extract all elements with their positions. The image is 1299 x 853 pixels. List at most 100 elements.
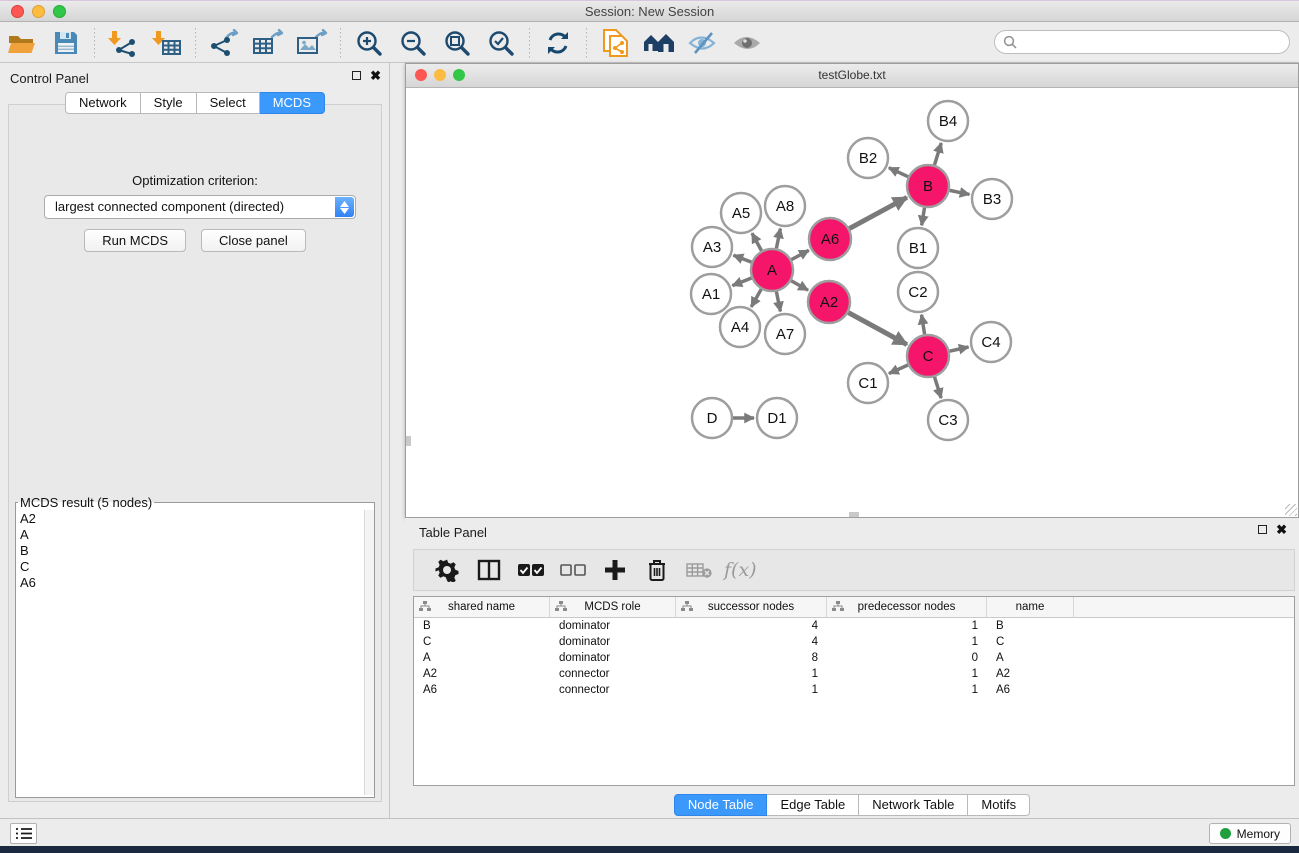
zoom-in-icon[interactable]	[352, 28, 386, 58]
graph-edge-C-C4[interactable]	[949, 347, 968, 351]
tab-mcds[interactable]: MCDS	[260, 92, 325, 114]
table-cell[interactable]: A	[414, 650, 550, 666]
add-column-icon[interactable]	[600, 555, 630, 585]
deselect-all-icon[interactable]	[558, 555, 588, 585]
table-cell[interactable]: dominator	[550, 634, 676, 650]
tab-motifs[interactable]: Motifs	[968, 794, 1030, 816]
graph-edge-A6-B[interactable]	[849, 197, 907, 228]
graph-edge-B-B3[interactable]	[950, 190, 970, 194]
table-row[interactable]: A6connector11A6	[414, 682, 1294, 698]
table-cell[interactable]: 1	[676, 666, 827, 682]
export-network-icon[interactable]	[207, 28, 241, 58]
memory-button[interactable]: Memory	[1209, 823, 1291, 844]
table-cell[interactable]: connector	[550, 666, 676, 682]
graph-edge-A-A6[interactable]	[791, 250, 808, 259]
mcds-result-list[interactable]: A2ABCA6	[16, 510, 364, 795]
graph-edge-C-C3[interactable]	[935, 377, 942, 398]
result-item[interactable]: A6	[20, 575, 364, 591]
graph-edge-A-A5[interactable]	[752, 233, 762, 250]
first-neighbors-icon[interactable]	[642, 28, 676, 58]
result-item[interactable]: B	[20, 543, 364, 559]
horizontal-scroll-nub[interactable]	[849, 512, 859, 517]
show-graphics-details-icon[interactable]	[730, 28, 764, 58]
tab-network-table[interactable]: Network Table	[859, 794, 968, 816]
vertical-scroll-nub[interactable]	[406, 436, 411, 446]
result-item[interactable]: A	[20, 527, 364, 543]
graph-edge-C-C2[interactable]	[922, 315, 925, 335]
graph-edge-A-A7[interactable]	[776, 292, 780, 312]
search-input[interactable]	[994, 30, 1290, 54]
new-network-from-selection-icon[interactable]	[598, 28, 632, 58]
window-resize-grip[interactable]	[1285, 504, 1297, 516]
toggle-column-view-icon[interactable]	[474, 555, 504, 585]
import-table-icon[interactable]	[150, 28, 184, 58]
table-cell[interactable]: C	[987, 634, 1074, 650]
table-cell[interactable]: 1	[676, 682, 827, 698]
float-table-panel-icon[interactable]	[1258, 525, 1267, 534]
table-row[interactable]: Cdominator41C	[414, 634, 1294, 650]
tab-style[interactable]: Style	[141, 92, 197, 114]
network-canvas[interactable]: B4B2BB3A8A5A6B1A3AC2A1A2A4A7C4CC1C3DD1	[406, 88, 1298, 517]
export-table-icon[interactable]	[251, 28, 285, 58]
graph-edge-B-B4[interactable]	[934, 143, 941, 165]
graph-edge-C-C1[interactable]	[889, 365, 908, 374]
graph-edge-A2-C[interactable]	[848, 313, 907, 345]
table-cell[interactable]: 4	[676, 618, 827, 634]
run-mcds-button[interactable]: Run MCDS	[84, 229, 186, 252]
optimization-criterion-select[interactable]: largest connected component (directed)	[44, 195, 356, 219]
table-row[interactable]: Adominator80A	[414, 650, 1294, 666]
table-row[interactable]: A2connector11A2	[414, 666, 1294, 682]
table-cell[interactable]: A6	[987, 682, 1074, 698]
table-cell[interactable]: A2	[987, 666, 1074, 682]
table-cell[interactable]: dominator	[550, 618, 676, 634]
hide-selected-icon[interactable]	[686, 28, 720, 58]
zoom-fit-icon[interactable]	[440, 28, 474, 58]
table-cell[interactable]: connector	[550, 682, 676, 698]
table-cell[interactable]: A2	[414, 666, 550, 682]
zoom-selected-icon[interactable]	[484, 28, 518, 58]
table-cell[interactable]: 1	[827, 634, 987, 650]
column-header-name[interactable]: name	[987, 597, 1074, 617]
graph-edge-A-A2[interactable]	[791, 281, 808, 290]
delete-column-icon[interactable]	[642, 555, 672, 585]
graph-edge-A-A8[interactable]	[776, 229, 780, 249]
close-panel-icon[interactable]: ✖	[370, 71, 381, 80]
column-header-predecessor-nodes[interactable]: predecessor nodes	[827, 597, 987, 617]
table-cell[interactable]: 1	[827, 682, 987, 698]
table-cell[interactable]: 1	[827, 666, 987, 682]
graph-edge-B-B2[interactable]	[889, 168, 908, 177]
table-cell[interactable]: 8	[676, 650, 827, 666]
float-panel-icon[interactable]	[352, 71, 361, 80]
graph-edge-A-A3[interactable]	[733, 255, 751, 262]
network-window-titlebar[interactable]: testGlobe.txt	[406, 64, 1298, 88]
graph-edge-A-A4[interactable]	[751, 289, 761, 307]
close-panel-button[interactable]: Close panel	[201, 229, 306, 252]
settings-gear-icon[interactable]	[432, 555, 462, 585]
graph-edge-A-A1[interactable]	[732, 278, 751, 286]
table-cell[interactable]: A	[987, 650, 1074, 666]
apply-layout-icon[interactable]	[541, 28, 575, 58]
table-cell[interactable]: C	[414, 634, 550, 650]
table-row[interactable]: Bdominator41B	[414, 618, 1294, 634]
column-header-successor-nodes[interactable]: successor nodes	[676, 597, 827, 617]
save-session-icon[interactable]	[49, 28, 83, 58]
select-all-icon[interactable]	[516, 555, 546, 585]
tab-edge-table[interactable]: Edge Table	[767, 794, 859, 816]
delete-table-icon[interactable]	[684, 555, 714, 585]
column-header-MCDS-role[interactable]: MCDS role	[550, 597, 676, 617]
tab-select[interactable]: Select	[197, 92, 260, 114]
table-cell[interactable]: dominator	[550, 650, 676, 666]
table-cell[interactable]: B	[414, 618, 550, 634]
table-cell[interactable]: 1	[827, 618, 987, 634]
close-table-panel-icon[interactable]: ✖	[1276, 525, 1287, 534]
node-table[interactable]: shared nameMCDS rolesuccessor nodesprede…	[413, 596, 1295, 786]
zoom-out-icon[interactable]	[396, 28, 430, 58]
result-list-scrollbar[interactable]	[364, 510, 374, 795]
graph-edge-B-B1[interactable]	[922, 208, 925, 226]
import-network-icon[interactable]	[106, 28, 140, 58]
result-item[interactable]: A2	[20, 511, 364, 527]
column-header-shared-name[interactable]: shared name	[414, 597, 550, 617]
table-cell[interactable]: 4	[676, 634, 827, 650]
tab-network[interactable]: Network	[65, 92, 141, 114]
table-cell[interactable]: 0	[827, 650, 987, 666]
